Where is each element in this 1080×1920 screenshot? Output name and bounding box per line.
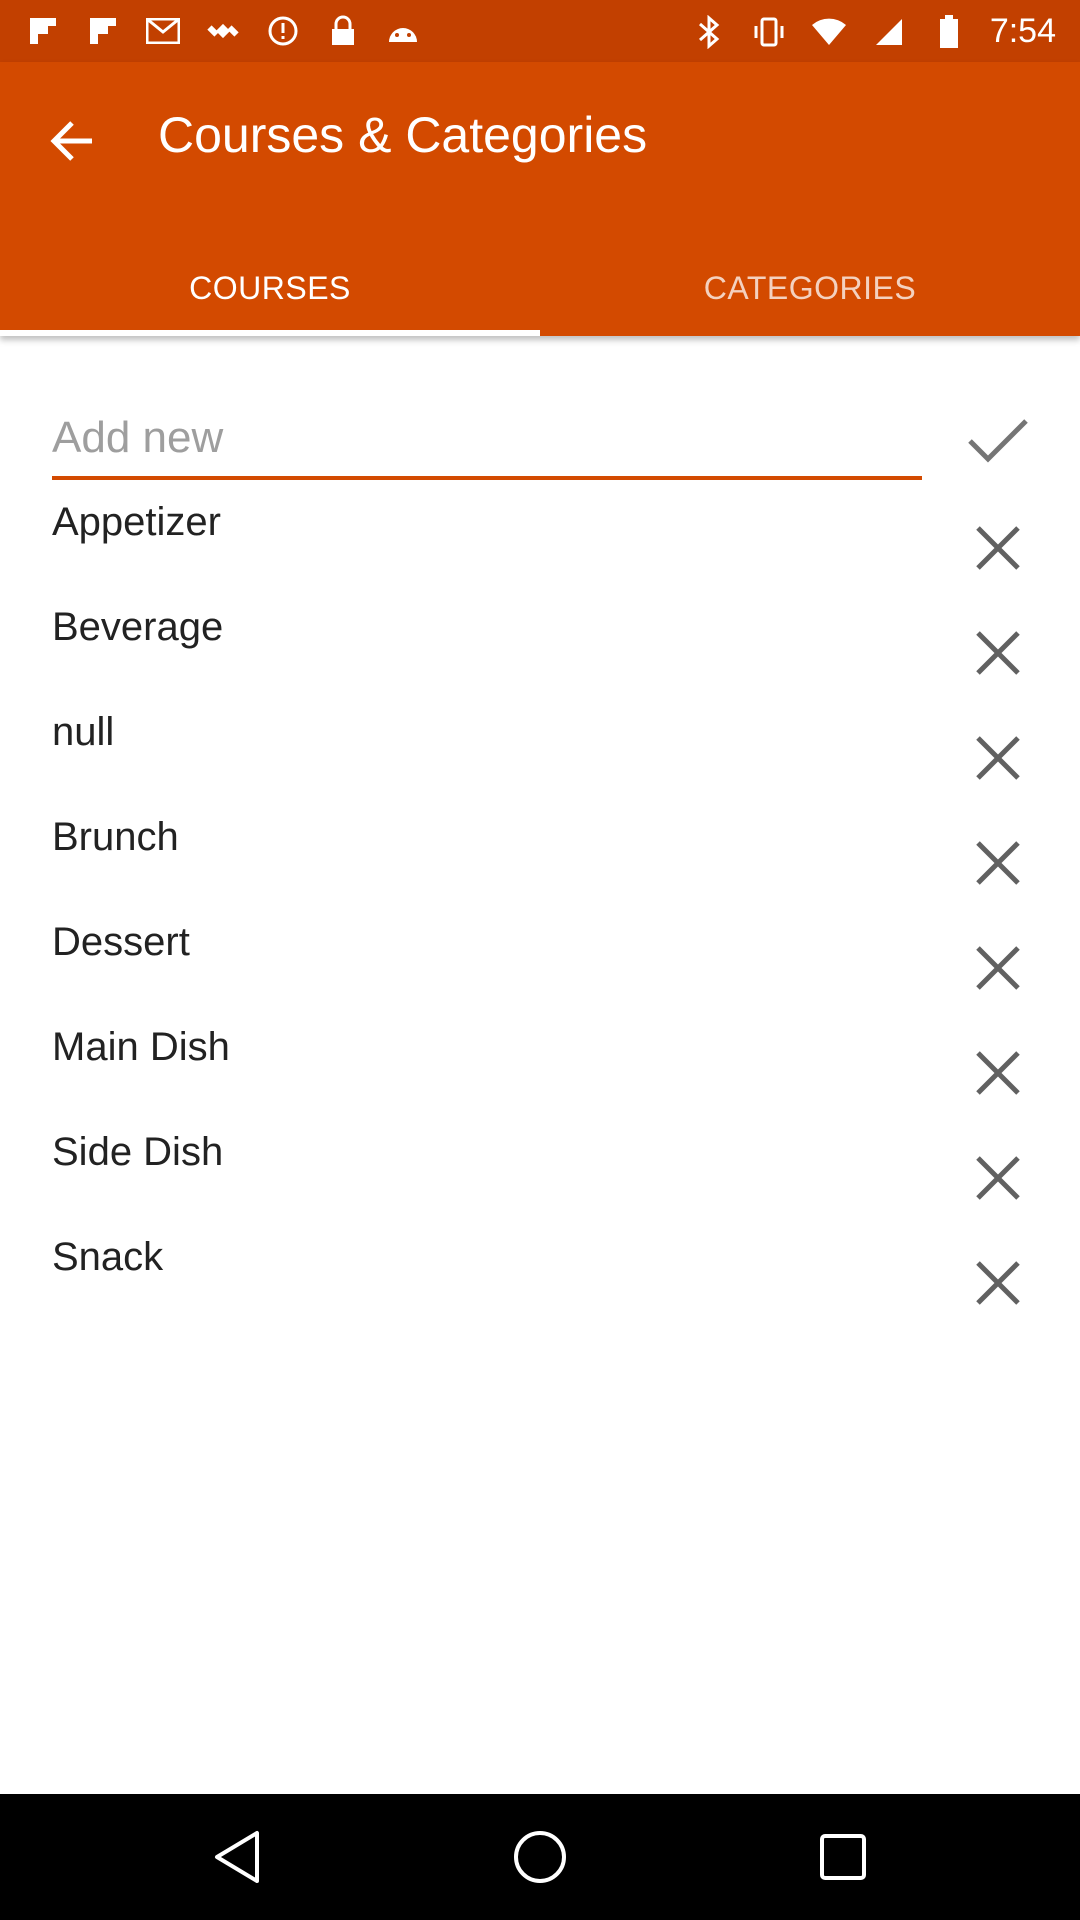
- battery-icon: [930, 13, 968, 51]
- tab-bar: COURSES CATEGORIES: [0, 240, 1080, 336]
- delete-button[interactable]: [960, 825, 1036, 901]
- delete-button[interactable]: [960, 1035, 1036, 1111]
- courses-panel: Appetizer Beverage null Brunch Dessert: [0, 336, 1080, 1794]
- list-item: Side Dish: [0, 1120, 1080, 1225]
- navigation-bar: [0, 1794, 1080, 1920]
- close-icon: [976, 631, 1020, 675]
- lock-icon: [324, 12, 362, 50]
- back-button[interactable]: [40, 108, 106, 174]
- delete-button[interactable]: [960, 1245, 1036, 1321]
- delete-button[interactable]: [960, 930, 1036, 1006]
- close-icon: [976, 946, 1020, 990]
- nav-recents-button[interactable]: [810, 1824, 876, 1890]
- delete-button[interactable]: [960, 510, 1036, 586]
- circle-home-icon: [514, 1831, 566, 1883]
- course-name: null: [52, 710, 115, 754]
- square-recents-icon: [820, 1834, 866, 1880]
- course-name: Dessert: [52, 920, 190, 964]
- arrow-back-icon: [50, 121, 92, 161]
- close-icon: [976, 526, 1020, 570]
- confirm-add-button[interactable]: [960, 402, 1036, 478]
- course-name: Brunch: [52, 815, 179, 859]
- tab-courses[interactable]: COURSES: [0, 240, 540, 336]
- nav-home-button[interactable]: [507, 1824, 573, 1890]
- app-bar: Courses & Categories COURSES CATEGORIES: [0, 62, 1080, 336]
- status-bar: 7:54: [0, 0, 1080, 62]
- mail-icon: [144, 12, 182, 50]
- tab-categories[interactable]: CATEGORIES: [540, 240, 1080, 336]
- nav-back-button[interactable]: [204, 1824, 270, 1890]
- list-item: Snack: [0, 1225, 1080, 1330]
- list-item: Dessert: [0, 910, 1080, 1015]
- list-item: Brunch: [0, 805, 1080, 910]
- wifi-icon: [810, 13, 848, 51]
- page-title: Courses & Categories: [158, 107, 648, 163]
- course-list: Appetizer Beverage null Brunch Dessert M…: [0, 490, 1080, 1330]
- delete-button[interactable]: [960, 720, 1036, 796]
- system-icons: 7:54: [690, 12, 1056, 51]
- delete-button[interactable]: [960, 615, 1036, 691]
- add-new-input[interactable]: [52, 400, 922, 480]
- close-icon: [976, 1051, 1020, 1095]
- course-name: Snack: [52, 1235, 164, 1279]
- flipboard-icon: [84, 12, 122, 50]
- signal-icon: [870, 13, 908, 51]
- list-item: Appetizer: [0, 490, 1080, 595]
- course-name: Side Dish: [52, 1130, 224, 1174]
- triangle-back-icon: [215, 1831, 259, 1883]
- add-new-row: [52, 400, 1052, 480]
- list-item: Beverage: [0, 595, 1080, 700]
- clock: 7:54: [989, 12, 1056, 50]
- course-name: Beverage: [52, 605, 224, 649]
- bluetooth-icon: [690, 13, 728, 51]
- delete-button[interactable]: [960, 1140, 1036, 1216]
- list-item: null: [0, 700, 1080, 805]
- close-icon: [976, 841, 1020, 885]
- android-icon: [384, 12, 422, 50]
- check-icon: [968, 419, 1028, 463]
- notification-icons: [24, 12, 422, 50]
- list-item: Main Dish: [0, 1015, 1080, 1120]
- vibrate-icon: [750, 13, 788, 51]
- course-name: Main Dish: [52, 1025, 230, 1069]
- close-icon: [976, 1156, 1020, 1200]
- course-name: Appetizer: [52, 500, 221, 544]
- info-icon: [264, 12, 302, 50]
- flipboard-icon: [24, 12, 62, 50]
- fake-gps-icon: [204, 12, 242, 50]
- close-icon: [976, 1261, 1020, 1305]
- close-icon: [976, 736, 1020, 780]
